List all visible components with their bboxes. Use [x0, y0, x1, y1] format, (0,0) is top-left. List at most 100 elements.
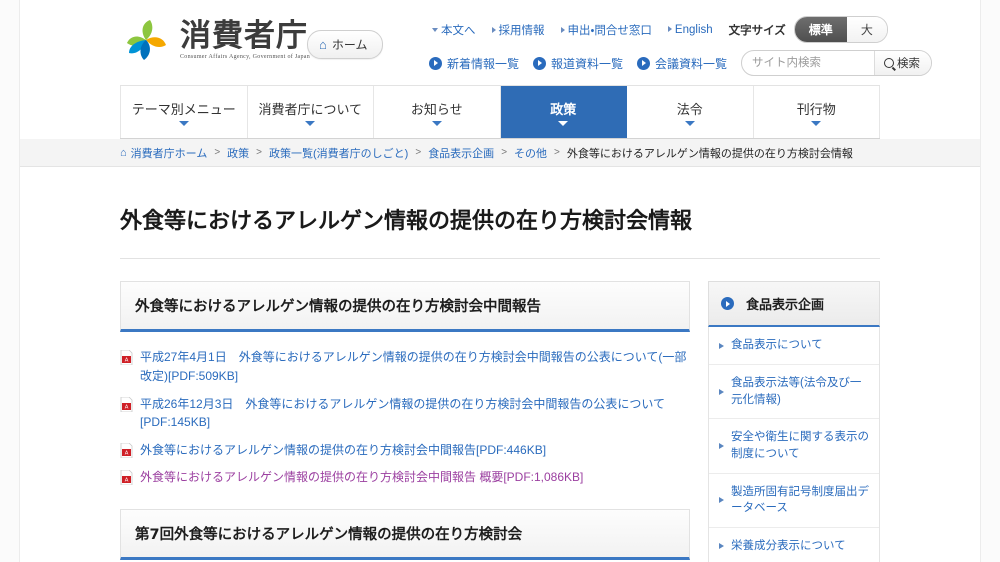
caret-right-icon — [719, 443, 724, 450]
svg-text:A: A — [125, 404, 129, 410]
pdf-link[interactable]: 平成27年4月1日 外食等におけるアレルゲン情報の提供の在り方検討会中間報告の公… — [140, 348, 690, 385]
nav-label: お知らせ — [410, 101, 463, 117]
breadcrumb: ⌂ 消費者庁ホーム > 政策 > 政策一覧(消費者庁のしごと) > 食品表示企画… — [20, 139, 980, 167]
sidebar-item-label: 食品表示法等(法令及び一元化情報) — [731, 377, 862, 406]
sidebar: 食品表示企画 食品表示について 食品表示法等(法令及び一元化情報) 安全や衛生に… — [708, 281, 880, 562]
breadcrumb-item-policy[interactable]: 政策 — [227, 145, 249, 161]
breadcrumb-separator: > — [415, 147, 422, 158]
breadcrumb-separator: > — [554, 147, 560, 158]
section-heading-interim-report: 外食等におけるアレルゲン情報の提供の在り方検討会中間報告 — [120, 281, 690, 333]
page-gutter-right — [980, 0, 1000, 562]
breadcrumb-separator: > — [256, 147, 263, 158]
nav-label: 刊行物 — [796, 101, 836, 117]
font-size-toggle: 標準 大 — [793, 16, 888, 43]
home-button-label: ホーム — [331, 38, 368, 52]
pinwheel-logo-icon — [120, 14, 172, 66]
breadcrumb-item-other[interactable]: その他 — [514, 145, 547, 161]
list-item: A 平成26年12月3日 外食等におけるアレルゲン情報の提供の在り方検討会中間報… — [120, 395, 690, 432]
logo-title-jp: 消費者庁 — [180, 17, 308, 54]
nav-item-laws[interactable]: 法令 — [627, 86, 754, 138]
search-button[interactable]: 検索 — [874, 51, 932, 75]
caret-right-icon — [719, 543, 724, 550]
nav-item-about[interactable]: 消費者庁について — [247, 86, 374, 138]
pdf-icon: A — [120, 469, 133, 486]
sidebar-item-label: 安全や衛生に関する表示の制度について — [731, 431, 869, 461]
svg-text:A: A — [125, 358, 129, 364]
chevron-down-icon — [811, 120, 822, 126]
page-content-frame: 消費者庁 Consumer Affairs Agency, Government… — [20, 0, 980, 562]
caret-right-icon — [719, 497, 724, 504]
caret-right-icon — [667, 25, 672, 32]
logo-text: 消費者庁 Consumer Affairs Agency, Government… — [180, 20, 310, 61]
list-item: A 平成27年4月1日 外食等におけるアレルゲン情報の提供の在り方検討会中間報告… — [120, 348, 690, 385]
font-size-option-standard[interactable]: 標準 — [794, 17, 847, 42]
document-link-list: A 平成27年4月1日 外食等におけるアレルゲン情報の提供の在り方検討会中間報告… — [120, 332, 690, 487]
chevron-down-icon — [305, 120, 316, 126]
pdf-icon: A — [120, 349, 133, 366]
pdf-icon: A — [120, 442, 133, 459]
home-button[interactable]: ⌂ ホーム — [307, 30, 383, 59]
circle-arrow-icon — [533, 56, 547, 70]
sidebar-item-label: 食品表示について — [731, 339, 823, 352]
breadcrumb-current: 外食等におけるアレルゲン情報の提供の在り方検討会情報 — [566, 147, 853, 160]
section-heading-7th-meeting: 第7回外食等におけるアレルゲン情報の提供の在り方検討会 — [120, 508, 690, 560]
nav-item-theme-menu[interactable]: テーマ別メニュー — [120, 86, 248, 138]
logo-title-en: Consumer Affairs Agency, Government of J… — [180, 54, 311, 61]
quick-link-meeting-materials[interactable]: 会議資料一覧 — [637, 55, 727, 72]
sidebar-heading: 食品表示企画 — [708, 281, 880, 328]
site-search: 検索 — [741, 50, 933, 76]
sidebar-heading-label: 食品表示企画 — [746, 298, 825, 314]
circle-arrow-icon — [429, 56, 442, 70]
utility-link-toiawase[interactable]: 申出・問合せ窓口 — [560, 22, 652, 38]
utility-link-honbun[interactable]: 本文へ — [432, 22, 476, 38]
sidebar-item-nutrition-labeling[interactable]: 栄養成分表示について — [709, 528, 879, 562]
breadcrumb-item-home[interactable]: 消費者庁ホーム — [131, 145, 208, 161]
caret-right-icon — [719, 342, 724, 349]
pdf-link[interactable]: 外食等におけるアレルゲン情報の提供の在り方検討会中間報告 概要[PDF:1,08… — [140, 468, 583, 487]
title-divider — [120, 258, 880, 260]
quick-link-press-materials[interactable]: 報道資料一覧 — [533, 55, 623, 72]
breadcrumb-item-policy-list[interactable]: 政策一覧(消費者庁のしごと) — [269, 145, 408, 161]
font-size-option-large[interactable]: 大 — [846, 17, 887, 42]
svg-text:A: A — [125, 478, 129, 484]
sidebar-item-food-labeling-law[interactable]: 食品表示法等(法令及び一元化情報) — [709, 365, 879, 420]
nav-item-news[interactable]: お知らせ — [374, 86, 501, 138]
page-gutter-left — [0, 0, 20, 562]
sidebar-item-label: 栄養成分表示について — [731, 540, 846, 553]
utility-link-saiyo[interactable]: 採用情報 — [491, 22, 545, 38]
breadcrumb-separator: > — [501, 147, 508, 158]
nav-item-publications[interactable]: 刊行物 — [753, 86, 880, 138]
site-logo[interactable]: 消費者庁 Consumer Affairs Agency, Government… — [120, 14, 310, 66]
list-item: A 外食等におけるアレルゲン情報の提供の在り方検討会中間報告[PDF:446KB… — [120, 441, 690, 460]
breadcrumb-item-food-labeling[interactable]: 食品表示企画 — [428, 145, 494, 161]
nav-label: 法令 — [676, 101, 703, 117]
quick-links-row: 新着情報一覧 報道資料一覧 会議資料一覧 検索 — [429, 50, 933, 76]
nav-label: テーマ別メニュー — [131, 101, 236, 117]
pdf-link[interactable]: 平成26年12月3日 外食等におけるアレルゲン情報の提供の在り方検討会中間報告の… — [140, 395, 690, 432]
sidebar-item-safety-hygiene[interactable]: 安全や衛生に関する表示の制度について — [709, 419, 879, 474]
pdf-link[interactable]: 外食等におけるアレルゲン情報の提供の在り方検討会中間報告[PDF:446KB] — [140, 441, 546, 460]
sidebar-item-manufacturer-code-db[interactable]: 製造所固有記号制度届出データベース — [709, 473, 879, 529]
chevron-down-icon — [558, 120, 569, 126]
nav-item-policy[interactable]: 政策 — [500, 86, 627, 138]
content-area: 外食等におけるアレルゲン情報の提供の在り方検討会中間報告 A 平成27年4月1日… — [20, 281, 980, 562]
circle-arrow-icon — [721, 297, 734, 311]
svg-text:A: A — [125, 450, 129, 456]
caret-right-icon — [491, 26, 496, 33]
chevron-down-icon — [178, 120, 189, 126]
global-navigation: テーマ別メニュー 消費者庁について お知らせ 政策 法令 刊行物 — [120, 85, 880, 139]
home-icon: ⌂ — [319, 37, 327, 52]
quick-link-new-info[interactable]: 新着情報一覧 — [429, 55, 519, 72]
search-input[interactable] — [742, 52, 875, 74]
main-column: 外食等におけるアレルゲン情報の提供の在り方検討会中間報告 A 平成27年4月1日… — [120, 281, 690, 562]
nav-label: 消費者庁について — [258, 101, 363, 117]
site-header: 消費者庁 Consumer Affairs Agency, Government… — [20, 0, 980, 85]
font-size-label: 文字サイズ — [728, 24, 786, 37]
sidebar-item-food-labeling-about[interactable]: 食品表示について — [709, 327, 879, 365]
page-title: 外食等におけるアレルゲン情報の提供の在り方検討会情報 — [120, 208, 693, 234]
home-icon: ⌂ — [120, 146, 127, 159]
utility-link-english[interactable]: English — [667, 24, 713, 36]
breadcrumb-separator: > — [214, 147, 221, 158]
chevron-down-icon — [431, 120, 442, 126]
chevron-down-icon — [684, 120, 695, 126]
